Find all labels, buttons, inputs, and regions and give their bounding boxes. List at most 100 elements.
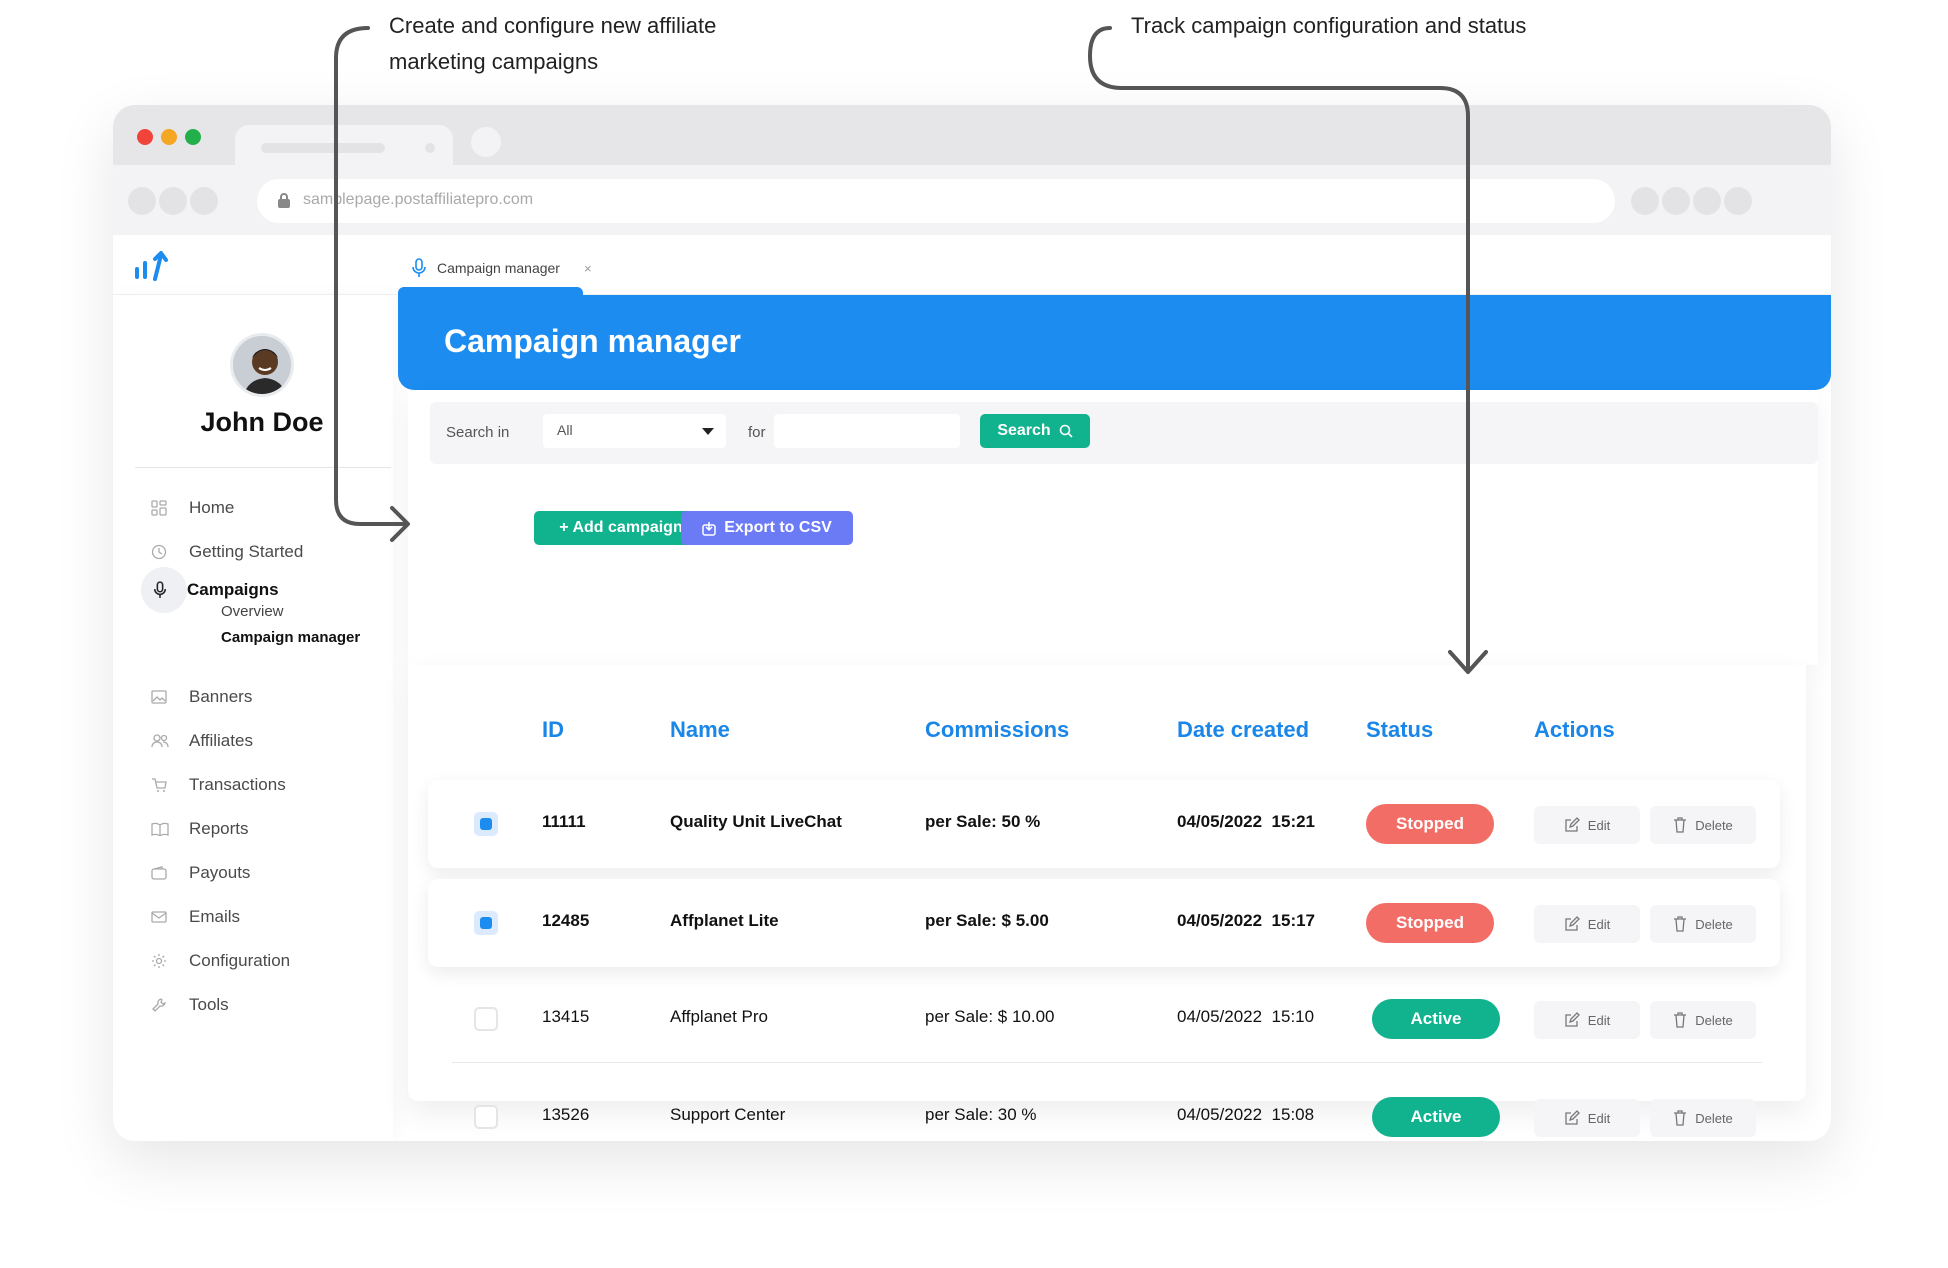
delete-button[interactable]: Delete <box>1650 1099 1756 1137</box>
column-header-commissions[interactable]: Commissions <box>925 717 1069 743</box>
address-bar[interactable]: samplepage.postaffiliatepro.com <box>257 179 1615 223</box>
caret-down-icon <box>702 428 714 435</box>
search-icon <box>1059 424 1073 438</box>
app-logo-icon[interactable] <box>133 249 173 285</box>
sidebar-item-label: Reports <box>189 819 249 838</box>
cell-name: Support Center <box>670 1105 786 1124</box>
table-row[interactable]: 11111 Quality Unit LiveChat per Sale: 50… <box>428 780 1780 868</box>
cell-date: 04/05/2022 15:10 <box>1177 1007 1315 1026</box>
sidebar-item-getting-started[interactable]: Getting Started <box>143 535 303 569</box>
menu-button[interactable] <box>1724 187 1752 215</box>
extension-button-1[interactable] <box>1631 187 1659 215</box>
book-icon <box>143 812 189 846</box>
new-tab-button[interactable] <box>471 127 501 157</box>
lock-icon <box>278 193 290 208</box>
cell-date: 04/05/2022 15:21 <box>1177 812 1316 831</box>
sidebar-item-affiliates[interactable]: Affiliates <box>143 724 253 758</box>
column-header-status[interactable]: Status <box>1366 717 1433 743</box>
avatar[interactable] <box>230 333 294 397</box>
sidebar-subitem-campaign-manager[interactable]: Campaign manager <box>221 629 360 646</box>
search-button[interactable]: Search <box>980 414 1090 448</box>
cell-commission: per Sale: 50 % <box>925 812 1041 831</box>
row-checkbox[interactable] <box>474 1105 498 1129</box>
table-row[interactable]: 13415 Affplanet Pro per Sale: $ 10.00 04… <box>452 975 1762 1063</box>
trash-icon <box>1674 817 1687 833</box>
edit-button[interactable]: Edit <box>1534 905 1640 943</box>
sidebar-item-configuration[interactable]: Configuration <box>143 944 290 978</box>
cell-date: 04/05/2022 15:17 <box>1177 911 1316 930</box>
sidebar-divider <box>135 467 391 468</box>
grid-icon <box>143 491 189 525</box>
sidebar-item-label: Home <box>189 498 235 517</box>
table-row[interactable]: 12485 Affplanet Lite per Sale: $ 5.00 04… <box>428 879 1780 967</box>
url-text: samplepage.postaffiliatepro.com <box>303 191 534 208</box>
tab-campaign-manager[interactable]: Campaign manager × <box>411 253 592 283</box>
cell-commission: per Sale: 30 % <box>925 1105 1037 1124</box>
edit-icon <box>1565 916 1580 931</box>
export-csv-button[interactable]: Export to CSV <box>681 511 853 545</box>
extension-button-2[interactable] <box>1662 187 1690 215</box>
app-header: Campaign manager × <box>113 235 1831 295</box>
sidebar-item-payouts[interactable]: Payouts <box>143 856 250 890</box>
cell-id: 13415 <box>542 1007 590 1026</box>
sidebar-item-tools[interactable]: Tools <box>143 988 229 1022</box>
edit-label: Edit <box>1587 817 1611 833</box>
sidebar-item-campaigns[interactable]: Campaigns <box>141 567 279 613</box>
sidebar-item-home[interactable]: Home <box>143 491 234 525</box>
status-badge: Active <box>1372 1097 1500 1137</box>
page-header-banner: Campaign manager <box>398 295 1831 390</box>
delete-button[interactable]: Delete <box>1650 1001 1756 1039</box>
sidebar-item-reports[interactable]: Reports <box>143 812 249 846</box>
browser-window: samplepage.postaffiliatepro.com Campaign… <box>113 105 1831 1141</box>
mail-icon <box>143 900 189 934</box>
sidebar-item-transactions[interactable]: Transactions <box>143 768 286 802</box>
edit-icon <box>1565 1012 1580 1027</box>
trash-icon <box>1674 1110 1687 1126</box>
row-checkbox[interactable] <box>474 812 498 836</box>
row-checkbox[interactable] <box>474 911 498 935</box>
search-field-select[interactable]: All <box>543 414 726 448</box>
browser-tab[interactable] <box>235 125 453 169</box>
minimize-window-dot[interactable] <box>161 129 177 145</box>
column-header-id[interactable]: ID <box>542 717 564 743</box>
search-bar: Search in All for Search <box>430 402 1818 464</box>
edit-icon <box>1565 817 1580 832</box>
sidebar-item-banners[interactable]: Banners <box>143 680 252 714</box>
delete-label: Delete <box>1695 916 1733 932</box>
delete-label: Delete <box>1695 1110 1733 1126</box>
search-input[interactable] <box>774 414 960 448</box>
edit-label: Edit <box>1587 1110 1611 1126</box>
table-row[interactable]: 13526 Support Center per Sale: 30 % 04/0… <box>452 1073 1762 1141</box>
page-title: Campaign manager <box>444 323 741 359</box>
delete-label: Delete <box>1695 1012 1733 1028</box>
sidebar-item-label: Payouts <box>189 863 251 882</box>
clock-icon <box>143 535 189 569</box>
sidebar-item-label: Configuration <box>189 951 291 970</box>
delete-button[interactable]: Delete <box>1650 905 1756 943</box>
cart-icon <box>143 768 189 802</box>
sidebar-item-emails[interactable]: Emails <box>143 900 240 934</box>
reload-button[interactable] <box>190 187 218 215</box>
close-window-dot[interactable] <box>137 129 153 145</box>
edit-button[interactable]: Edit <box>1534 806 1640 844</box>
add-campaign-label: + Add campaign <box>559 519 683 536</box>
tab-label: Campaign manager <box>437 260 560 276</box>
for-label: for <box>748 424 766 441</box>
back-button[interactable] <box>128 187 156 215</box>
browser-toolbar: samplepage.postaffiliatepro.com <box>113 165 1831 235</box>
column-header-date-created[interactable]: Date created <box>1177 717 1309 743</box>
delete-button[interactable]: Delete <box>1650 806 1756 844</box>
maximize-window-dot[interactable] <box>185 129 201 145</box>
row-checkbox[interactable] <box>474 1007 498 1031</box>
edit-button[interactable]: Edit <box>1534 1099 1640 1137</box>
edit-button[interactable]: Edit <box>1534 1001 1640 1039</box>
close-tab-icon[interactable]: × <box>584 261 592 276</box>
annotation-create-campaigns: Create and configure new affiliate marke… <box>389 13 717 74</box>
sidebar-subitem-overview[interactable]: Overview <box>221 603 284 620</box>
extension-button-3[interactable] <box>1693 187 1721 215</box>
column-header-name[interactable]: Name <box>670 717 730 743</box>
cell-name: Affplanet Lite <box>670 911 779 930</box>
forward-button[interactable] <box>159 187 187 215</box>
search-in-label: Search in <box>446 424 510 441</box>
sidebar-item-label: Affiliates <box>189 731 253 750</box>
